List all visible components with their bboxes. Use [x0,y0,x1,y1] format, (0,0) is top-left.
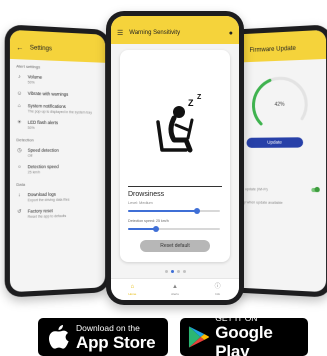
settings-row-title: Volume [27,74,43,80]
settings-row-subtitle: Export the driving data files [27,197,70,203]
svg-text:Z: Z [188,98,194,108]
settings-row-subtitle: 50% [27,125,35,131]
drowsiness-card: Z Z Drowsiness Level: Medium Detection s… [120,50,230,262]
settings-row-title: Download logs [27,191,56,198]
nav-item-info[interactable]: ⓘ Info [196,279,239,300]
settings-row-title: Speed detection [27,147,59,153]
sensitivity-title: Warning Sensitivity [129,30,181,36]
settings-row-subtitle: 25 km/h [27,170,41,175]
settings-row-text: LED flash alerts 50% [28,120,58,131]
speed-icon: ◷ [17,147,22,154]
google-play-small-label: GET IT ON [215,313,258,323]
settings-row[interactable]: ○ Detection speed 25 km/h [10,161,105,178]
back-arrow-icon[interactable]: ← [16,44,23,52]
center-phone-screen: ☰ Warning Sensitivity ● Z Z Drowsiness L… [111,16,239,300]
warning-icon: ▲ [172,283,178,290]
settings-row[interactable]: ☀ LED flash alerts 50% [10,116,105,134]
account-icon[interactable]: ● [229,30,233,37]
firmware-app-bar: ← Firmware Update [230,36,327,63]
settings-row-text: Factory reset Reset the app to defaults [28,208,67,219]
info-icon: ⓘ [214,283,221,290]
nav-item-label: Info [215,291,221,296]
settings-row[interactable]: ↺ Factory reset Reset the app to defaults [10,204,105,222]
settings-row-text: System notifications The pop-up is displa… [28,103,92,115]
app-store-small-label: Download on the [76,322,140,333]
page-dot[interactable] [164,270,168,273]
settings-row-text: Download logs Export the driving data fil… [28,192,70,203]
app-store-text: Download on the App Store [76,322,156,352]
settings-row[interactable]: ⌂ System notifications The pop-up is displ… [10,100,105,118]
settings-row-text: Vibrate with warnings [28,91,69,97]
settings-row-title: Vibrate with warnings [27,90,69,97]
settings-row-subtitle: Reset the app to defaults [27,213,67,219]
settings-row-subtitle: 50% [27,80,35,85]
detection-speed-slider[interactable] [128,226,220,232]
settings-row-subtitle: The pop-up is displayed in the system tr… [27,109,92,115]
download-icon: ↓ [18,192,21,199]
drowsiness-title: Drowsiness [128,191,165,198]
reset-icon: ↺ [17,208,22,216]
volume-icon: ♪ [18,73,21,81]
notify-update-row[interactable]: Notify when update available [237,198,320,208]
reset-default-button[interactable]: Reset default [140,240,210,252]
settings-title: Settings [29,45,53,53]
home-icon: ⌂ [130,283,135,290]
slider-thumb[interactable] [194,208,200,214]
nav-item-home[interactable]: ⌂ Home [111,279,154,300]
bell-icon: ⌂ [17,102,21,110]
left-phone-screen: ← Settings Alert settings ♪ Volume 50% ☺ Vibr… [9,29,106,293]
settings-row-title: Factory reset [27,208,53,214]
slider-thumb[interactable] [152,226,159,232]
nav-item-label: Alerts [171,291,179,296]
settings-row-title: LED flash alerts [27,119,59,126]
sleeping-driver-icon: Z Z [156,94,202,153]
page-indicator [111,270,239,273]
auto-update-row[interactable]: Auto update (Wi-Fi) [237,185,320,194]
settings-row-text: Detection speed 25 km/h [28,164,59,174]
speed-limit-icon: ○ [17,164,21,171]
promo-stage: ← Settings Alert settings ♪ Volume 50% ☺ Vibr… [0,0,327,356]
app-store-badge[interactable]: Download on the App Store [38,318,168,356]
bottom-navigation: ⌂ Home ▲ Alerts ⓘ Info [111,278,239,300]
settings-row-text: Speed detection Off [28,148,59,158]
settings-row-title: Detection speed [27,164,59,170]
settings-row[interactable]: ↓ Download logs Export the driving data fi… [10,188,105,206]
page-dot[interactable] [176,270,180,273]
menu-icon[interactable]: ☰ [117,29,123,37]
settings-row-subtitle: Off [27,153,33,158]
settings-row-text: Volume 50% [28,74,42,85]
left-phone: ← Settings Alert settings ♪ Volume 50% ☺ Vibr… [4,24,111,298]
page-dot[interactable] [182,270,186,273]
page-dot[interactable] [170,270,174,273]
nav-item-alerts[interactable]: ▲ Alerts [154,279,197,300]
svg-text:Z: Z [197,94,202,101]
person-icon: ☺ [16,90,23,97]
settings-row[interactable]: ◷ Speed detection Off [10,144,105,161]
settings-list: Alert settings ♪ Volume 50% ☺ Vibrate with wa… [10,59,105,223]
google-play-big-label: Google Play [215,323,273,356]
google-play-text: GET IT ON Google Play [215,313,308,356]
center-phone: ☰ Warning Sensitivity ● Z Z Drowsiness L… [106,11,244,305]
detection-speed-label: Detection speed: 25 km/h [128,219,169,223]
google-play-badge[interactable]: GET IT ON Google Play [180,313,308,356]
firmware-title: Firmware Update [249,45,296,54]
right-phone-screen: ← Firmware Update 42% Update Auto update… [230,29,327,293]
settings-section-header: Detection [16,137,34,143]
app-store-big-label: App Store [76,332,156,352]
update-button[interactable]: Update [246,137,304,148]
card-divider [128,186,222,187]
drowsiness-level: Level: Medium [128,201,153,205]
apple-logo-icon [49,325,69,349]
nav-item-label: Home [128,291,137,296]
drowsiness-slider[interactable] [128,208,220,214]
bulb-icon: ☀ [17,119,22,126]
google-play-logo-icon [188,326,210,348]
sensitivity-app-bar: ☰ Warning Sensitivity ● [111,22,239,44]
auto-update-toggle[interactable] [311,187,320,193]
